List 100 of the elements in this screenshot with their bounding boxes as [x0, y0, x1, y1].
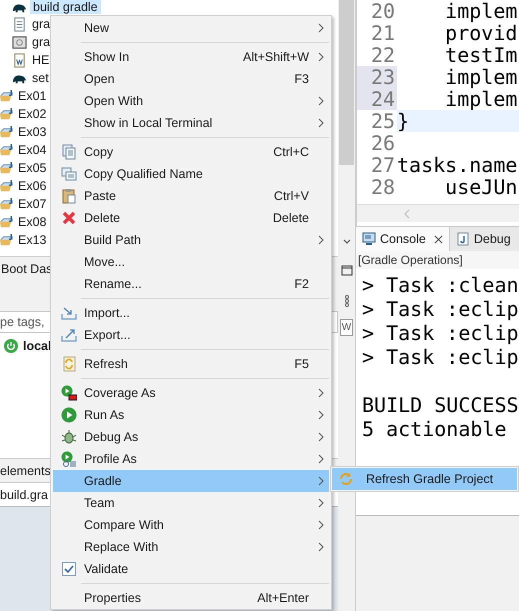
tree-item[interactable]: Ex05	[16, 160, 48, 176]
project-folder-icon	[0, 142, 15, 158]
menu-item[interactable]: Paste Ctrl+V	[53, 185, 329, 207]
bug-icon	[60, 429, 76, 445]
tree-item[interactable]: Ex08	[16, 214, 48, 230]
shortcut-text: F3	[294, 72, 310, 86]
view-tab[interactable]: Console	[356, 227, 450, 251]
menu-item[interactable]: Refresh F5	[53, 353, 329, 375]
view-tab[interactable]: Debug	[450, 227, 517, 251]
tree-item[interactable]: gra	[30, 34, 52, 50]
menu-item[interactable]: Rename... F2	[53, 273, 329, 295]
menu-item[interactable]: Run As	[53, 404, 329, 426]
menu-item[interactable]: Import...	[53, 302, 329, 324]
tree-item[interactable]: HE	[30, 52, 52, 68]
scrollbar[interactable]	[357, 204, 519, 222]
menu-item[interactable]: Build Path	[53, 229, 329, 251]
console-line: > Task :eclip	[362, 297, 519, 321]
panel-title: elements	[0, 464, 51, 478]
profile-icon	[60, 451, 76, 467]
code-line: }	[397, 109, 410, 133]
tree-item[interactable]: Ex02	[16, 106, 48, 122]
copy-icon	[60, 166, 76, 182]
project-folder-icon	[0, 106, 15, 122]
scroll-thumb[interactable]	[339, 0, 354, 165]
paste-icon	[60, 188, 76, 204]
console-line: > Task :eclip	[362, 345, 519, 369]
import-icon	[60, 305, 76, 321]
shortcut-text: Alt+Enter	[257, 591, 310, 605]
coverage-icon	[60, 385, 76, 401]
console-title: [Gradle Operations]	[356, 251, 519, 269]
menu-item[interactable]: Compare With	[53, 514, 329, 536]
menu-item[interactable]: Copy Ctrl+C	[53, 141, 329, 163]
project-folder-icon	[0, 196, 15, 212]
tree-item[interactable]: Ex13	[16, 232, 48, 248]
project-folder-icon	[0, 232, 15, 248]
chevron-icon	[318, 542, 324, 552]
menu-item[interactable]: Open F3	[53, 68, 329, 90]
refresh-icon	[60, 356, 76, 372]
menu-item[interactable]: Replace With	[53, 536, 329, 558]
tree-item[interactable]: Ex06	[16, 178, 48, 194]
menu-item[interactable]: Gradle	[53, 470, 329, 492]
project-folder-icon	[0, 88, 15, 104]
menu-item[interactable]: Profile As	[53, 448, 329, 470]
menu-item[interactable]: Refresh Gradle Project	[332, 468, 517, 490]
document-icon	[456, 232, 470, 246]
code-line: provid	[444, 21, 518, 45]
chevron-icon	[318, 520, 324, 530]
menu-item[interactable]: Open With	[53, 90, 329, 112]
console-line: BUILD SUCCESS	[362, 393, 519, 417]
shortcut-text: F5	[294, 357, 310, 371]
menu-item[interactable]: Debug As	[53, 426, 329, 448]
menu-item[interactable]: Export...	[53, 324, 329, 346]
play-icon	[60, 407, 76, 423]
console-line: > Task :eclip	[362, 321, 519, 345]
copy-icon	[60, 144, 76, 160]
close-icon[interactable]	[434, 234, 443, 244]
tree-item[interactable]: Ex01	[16, 88, 48, 104]
tree-item[interactable]: set	[30, 70, 51, 86]
menu-item[interactable]: Copy Qualified Name	[53, 163, 329, 185]
menu-item[interactable]: Properties Alt+Enter	[53, 587, 329, 609]
monitor-icon	[362, 232, 376, 246]
project-folder-icon	[0, 124, 15, 140]
editor-tab[interactable]: build.gra	[0, 488, 48, 502]
maximize-icon[interactable]	[340, 265, 352, 277]
tree-item[interactable]: build gradle	[30, 0, 101, 14]
console-line: > Task :clean	[362, 273, 519, 297]
menu-item[interactable]: Coverage As	[53, 382, 329, 404]
chevron-icon	[318, 96, 324, 106]
menu-item[interactable]: New	[53, 17, 329, 39]
word-document-icon	[12, 52, 27, 68]
checkmark-icon	[60, 561, 76, 577]
code-line: implem	[444, 87, 518, 111]
document-icon	[12, 16, 27, 32]
tree-item[interactable]: Ex07	[16, 196, 48, 212]
project-folder-icon	[0, 160, 15, 176]
shortcut-text: Ctrl+C	[273, 145, 310, 159]
shortcut-text: F2	[294, 277, 310, 291]
chevron-icon	[318, 476, 324, 486]
chevron-icon	[318, 432, 324, 442]
shortcut-text: Alt+Shift+W	[243, 50, 310, 64]
menu-item[interactable]: Show In Alt+Shift+W	[53, 46, 329, 68]
menu-item[interactable]: Show in Local Terminal	[53, 112, 329, 134]
menu-item[interactable]: Move...	[53, 251, 329, 273]
menu-item[interactable]: Validate	[53, 558, 329, 580]
chevron-icon	[318, 454, 324, 464]
project-folder-icon	[0, 214, 15, 230]
shortcut-text: Ctrl+V	[274, 189, 310, 203]
code-line: testIm	[444, 43, 518, 67]
tree-item[interactable]: Ex03	[16, 124, 48, 140]
tree-item[interactable]: Ex04	[16, 142, 48, 158]
menu-item[interactable]: Delete Delete	[53, 207, 329, 229]
toggle-button[interactable]: W	[340, 319, 354, 336]
menu-item[interactable]: Team	[53, 492, 329, 514]
chevron-icon	[318, 23, 324, 33]
refresh-icon	[338, 471, 354, 487]
project-folder-icon	[0, 178, 15, 194]
export-icon	[60, 327, 76, 343]
tree-item[interactable]: gra	[30, 16, 52, 32]
server-item[interactable]: local	[23, 339, 52, 353]
chevron-icon	[318, 410, 324, 420]
